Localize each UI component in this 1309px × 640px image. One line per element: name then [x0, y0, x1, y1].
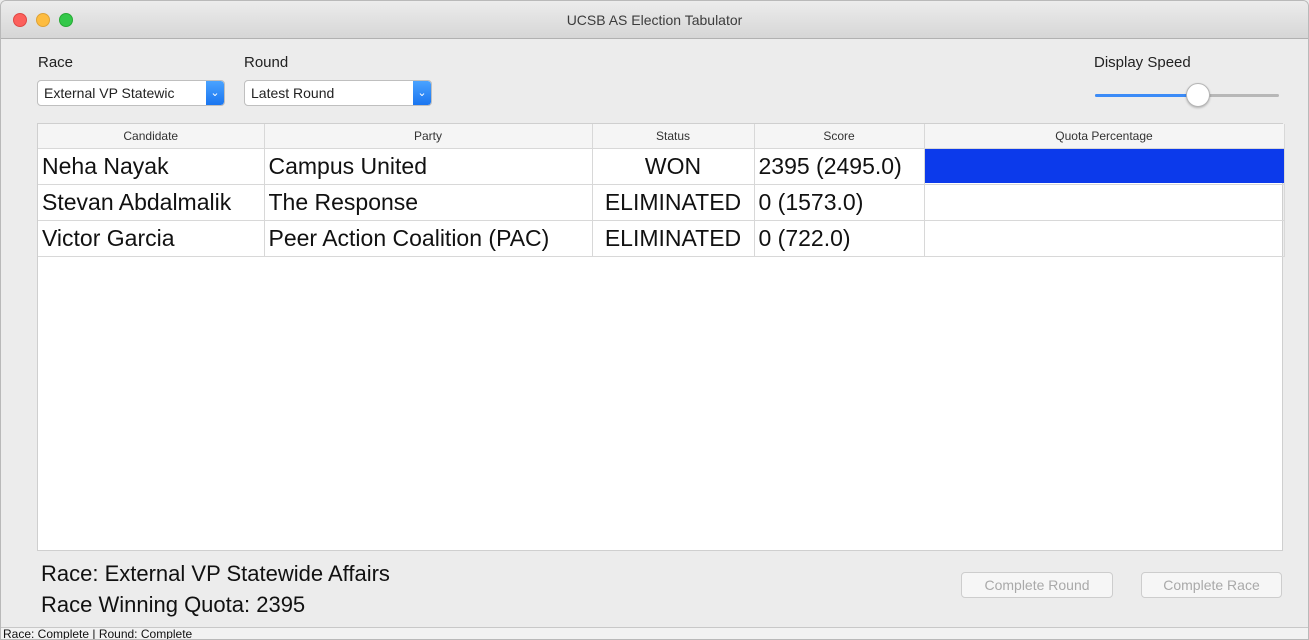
race-label: Race	[38, 54, 74, 71]
candidate-cell: Stevan Abdalmalik	[38, 184, 265, 221]
race-select-value: External VP Statewic	[44, 85, 175, 101]
score-cell: 0 (1573.0)	[754, 184, 925, 221]
slider-knob[interactable]	[1186, 83, 1211, 107]
column-header-status[interactable]: Status	[592, 124, 755, 149]
race-select[interactable]: External VP Statewic ⌄	[37, 80, 225, 106]
quota-bar	[924, 149, 1283, 183]
status-cell: ELIMINATED	[592, 220, 755, 257]
party-cell: The Response	[264, 184, 593, 221]
column-header-score[interactable]: Score	[754, 124, 925, 149]
party-cell: Campus United	[264, 148, 593, 185]
race-name-text: Race: External VP Statewide Affairs	[41, 561, 390, 586]
candidate-cell: Neha Nayak	[38, 148, 265, 185]
chevron-down-icon[interactable]: ⌄	[206, 81, 224, 105]
table-row[interactable]: Victor Garcia Peer Action Coalition (PAC…	[38, 220, 1285, 257]
status-cell: ELIMINATED	[592, 184, 755, 221]
column-header-candidate[interactable]: Candidate	[38, 124, 265, 149]
candidate-cell: Victor Garcia	[38, 220, 265, 257]
complete-round-button[interactable]: Complete Round	[961, 572, 1113, 598]
round-label: Round	[244, 54, 289, 71]
status-cell: WON	[592, 148, 755, 185]
complete-race-button[interactable]: Complete Race	[1141, 572, 1282, 598]
table-header-row: Candidate Party Status Score Quota Perce…	[38, 124, 1285, 149]
app-window: UCSB AS Election Tabulator Race External…	[0, 0, 1309, 640]
slider-fill	[1095, 94, 1199, 97]
chevron-down-icon[interactable]: ⌄	[413, 81, 431, 105]
round-select[interactable]: Latest Round ⌄	[244, 80, 432, 106]
display-speed-label: Display Speed	[1094, 54, 1191, 71]
column-header-party[interactable]: Party	[264, 124, 593, 149]
score-cell: 0 (722.0)	[754, 220, 925, 257]
quota-percentage-cell	[924, 220, 1285, 257]
race-winning-quota-text: Race Winning Quota: 2395	[41, 592, 306, 617]
quota-percentage-cell	[924, 148, 1285, 185]
score-cell: 2395 (2495.0)	[754, 148, 925, 185]
results-table: Candidate Party Status Score Quota Perce…	[37, 123, 1285, 551]
window-title: UCSB AS Election Tabulator	[566, 12, 743, 28]
round-select-value: Latest Round	[251, 85, 335, 101]
title-bar: UCSB AS Election Tabulator	[1, 1, 1308, 39]
table-row[interactable]: Neha Nayak Campus United WON 2395 (2495.…	[38, 148, 1285, 185]
table-row[interactable]: Stevan Abdalmalik The Response ELIMINATE…	[38, 184, 1285, 221]
column-header-quota-percentage[interactable]: Quota Percentage	[924, 124, 1285, 149]
status-bar: Race: Complete | Round: Complete	[1, 627, 1308, 639]
quota-percentage-cell	[924, 184, 1285, 221]
party-cell: Peer Action Coalition (PAC)	[264, 220, 593, 257]
